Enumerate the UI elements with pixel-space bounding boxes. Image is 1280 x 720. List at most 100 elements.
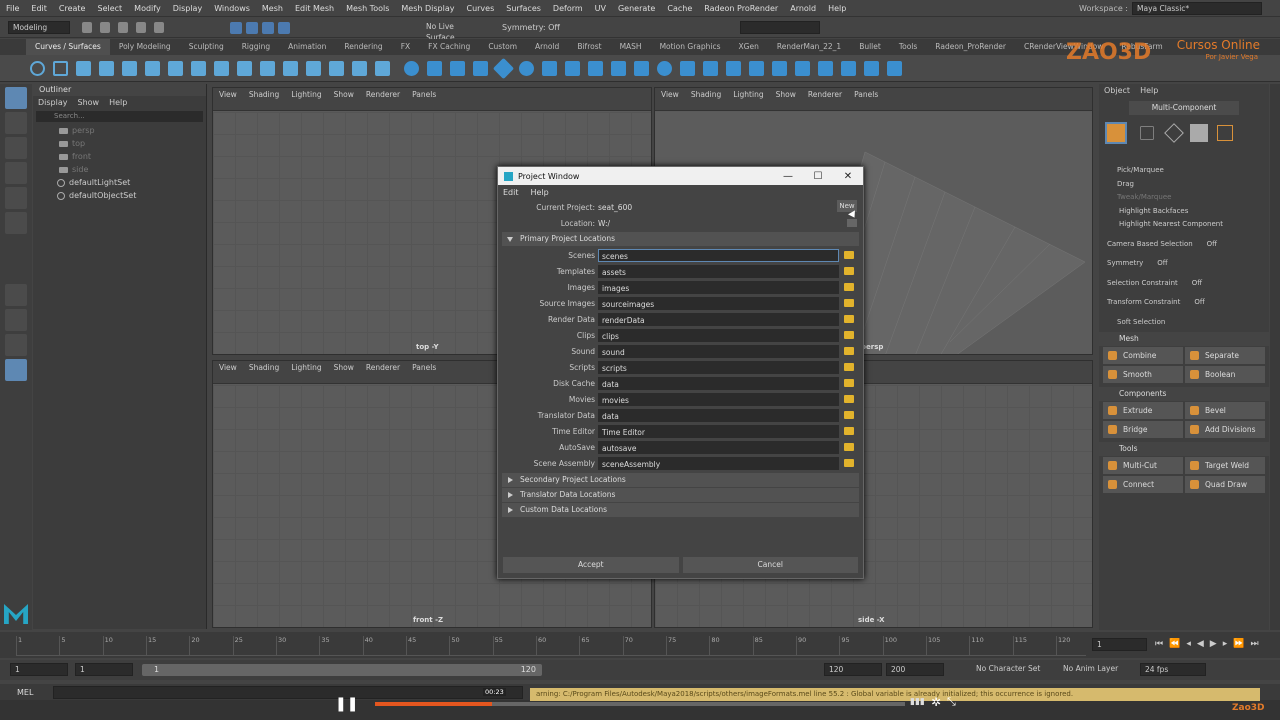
translator-locations-header[interactable]: Translator Data Locations [502,488,859,502]
dialog-menu-help[interactable]: Help [531,188,549,197]
camera-based-selection[interactable]: Camera Based Selection Off [1099,238,1269,252]
browse-folder-icon[interactable] [844,459,854,467]
extrude-surface-icon[interactable] [611,60,626,76]
bezier-anchor-icon[interactable] [375,60,390,76]
menu-uv[interactable]: UV [589,0,612,17]
dialog-menu-edit[interactable]: Edit [503,188,519,197]
browse-folder-icon[interactable] [844,411,854,419]
open-scene-icon[interactable] [100,22,110,33]
menu-help[interactable]: Help [822,0,852,17]
vp-menu-shading[interactable]: Shading [691,90,721,99]
shelf-tab-rendering[interactable]: Rendering [335,39,391,55]
curve-tool-icon[interactable] [76,60,91,76]
end-time-field[interactable]: 200 [886,663,944,676]
shelf-tab-rigging[interactable]: Rigging [233,39,279,55]
smooth-button[interactable]: Smooth [1103,366,1183,383]
combine-button[interactable]: Combine [1103,347,1183,364]
menu-cache[interactable]: Cache [661,0,698,17]
fullscreen-icon[interactable]: ⤡ [947,695,956,709]
curve-attach-icon[interactable] [191,60,206,76]
shelf-tab-motion-graphics[interactable]: Motion Graphics [651,39,730,55]
viewport-toolbar[interactable] [655,100,1092,111]
nurbs-cone-icon[interactable] [473,60,488,76]
outliner-item-default-object-set[interactable]: defaultObjectSet [33,189,206,202]
step-back-key-icon[interactable]: ⏪ [1169,639,1180,649]
menu-modify[interactable]: Modify [128,0,167,17]
location-field-input[interactable]: scripts [598,360,839,374]
command-field[interactable] [739,21,820,34]
boundary-icon[interactable] [680,60,695,76]
primary-locations-header[interactable]: Primary Project Locations [502,232,859,246]
option-pick-marquee[interactable]: Pick/Marquee [1099,164,1269,178]
step-forward-icon[interactable]: ▸ [1223,639,1228,649]
playback-start-field[interactable]: 1 [75,663,133,676]
shelf-tab-poly[interactable]: Poly Modeling [110,39,180,55]
target-weld-button[interactable]: Target Weld [1185,457,1265,474]
separate-button[interactable]: Separate [1185,347,1265,364]
detach-surface-icon[interactable] [841,60,856,76]
square-surface-icon[interactable] [703,60,718,76]
intersect-icon[interactable] [749,60,764,76]
extend-curve-icon[interactable] [260,60,275,76]
snap-grid-icon[interactable] [230,21,242,34]
browse-folder-icon[interactable] [844,379,854,387]
object-mode-icon[interactable] [1105,122,1127,144]
paint-select-icon[interactable] [5,137,27,159]
offset-curve-icon[interactable] [283,60,298,76]
toolkit-menu-object[interactable]: Object [1104,84,1130,98]
vp-menu-show[interactable]: Show [776,90,796,99]
add-divisions-button[interactable]: Add Divisions [1185,421,1265,438]
check-highlight-backfaces[interactable]: Highlight Backfaces [1099,205,1269,219]
menu-mesh[interactable]: Mesh [256,0,289,17]
menu-curves[interactable]: Curves [460,0,500,17]
four-view-icon[interactable] [5,309,27,331]
shelf-tab-bullet[interactable]: Bullet [850,39,890,55]
curve-edit-icon[interactable] [352,60,367,76]
check-highlight-nearest[interactable]: Highlight Nearest Component [1099,218,1269,232]
symmetry-setting[interactable]: Symmetry Off [1099,257,1269,271]
components-section-header[interactable]: Components [1099,387,1269,401]
settings-icon[interactable]: ✲ [931,695,941,709]
extrude-button[interactable]: Extrude [1103,402,1183,419]
option-drag[interactable]: Drag [1099,178,1269,192]
browse-folder-icon[interactable] [844,251,854,259]
location-field-input[interactable]: sourceimages [598,296,839,310]
toolkit-menu-help[interactable]: Help [1140,84,1158,98]
location-field-input[interactable]: Time Editor [598,424,839,438]
browse-folder-icon[interactable] [844,363,854,371]
mesh-section-header[interactable]: Mesh [1099,332,1269,346]
shelf-tab-animation[interactable]: Animation [279,39,335,55]
snap-point-icon[interactable] [262,21,274,34]
rebuild-surface-icon[interactable] [864,60,879,76]
vp-menu-shading[interactable]: Shading [249,90,279,99]
nurbs-cube-icon[interactable] [427,60,442,76]
location-field-input[interactable]: data [598,408,839,422]
menu-display[interactable]: Display [167,0,209,17]
selection-constraint[interactable]: Selection Constraint Off [1099,277,1269,291]
play-forward-icon[interactable]: ▶ [1210,639,1217,649]
bezier-curve-icon[interactable] [122,60,137,76]
menu-surfaces[interactable]: Surfaces [500,0,547,17]
current-frame-field[interactable]: 1 [1092,638,1147,651]
location-field-input[interactable]: data [598,376,839,390]
revolve-icon[interactable] [542,60,557,76]
untrim-icon[interactable] [795,60,810,76]
curve-detach-icon[interactable] [214,60,229,76]
accept-button[interactable]: Accept [503,557,679,573]
go-to-start-icon[interactable]: ⏮ [1155,639,1163,649]
shelf-tab-bifrost[interactable]: Bifrost [568,39,610,55]
browse-folder-icon[interactable] [844,395,854,403]
shelf-tab-curves[interactable]: Curves / Surfaces [26,39,110,55]
mel-label[interactable]: MEL [17,688,33,697]
sculpt-surface-icon[interactable] [887,60,902,76]
browse-folder-icon[interactable] [844,283,854,291]
vp-menu-renderer[interactable]: Renderer [366,90,400,99]
add-points-icon[interactable] [329,60,344,76]
secondary-locations-header[interactable]: Secondary Project Locations [502,473,859,487]
shelf-tab-radeon[interactable]: Radeon_ProRender [926,39,1015,55]
vp-menu-lighting[interactable]: Lighting [733,90,763,99]
vp-menu-view[interactable]: View [661,90,679,99]
browse-folder-icon[interactable] [844,331,854,339]
vp-menu-lighting[interactable]: Lighting [291,90,321,99]
shelf-tab-arnold[interactable]: Arnold [526,39,568,55]
